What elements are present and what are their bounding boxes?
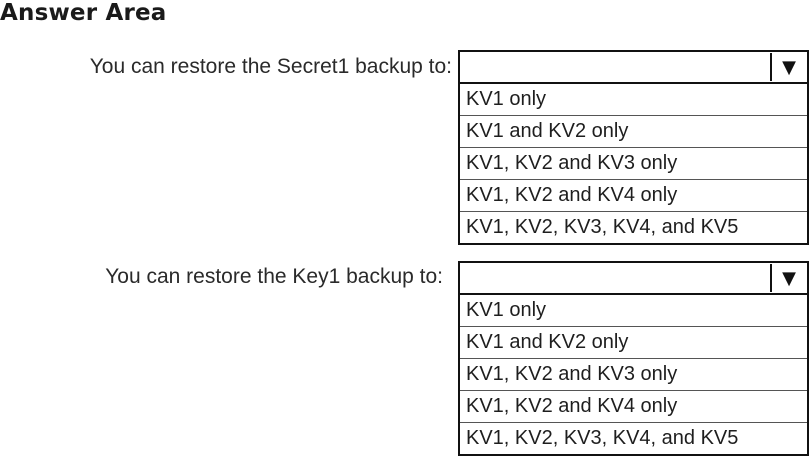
key1-dropdown: ▼ KV1 only KV1 and KV2 only KV1, KV2 and… — [458, 261, 809, 456]
key1-options-list: KV1 only KV1 and KV2 only KV1, KV2 and K… — [458, 295, 809, 456]
question-secret1-label: You can restore the Secret1 backup to: — [89, 55, 452, 78]
secret1-option[interactable]: KV1, KV2 and KV3 only — [460, 148, 807, 180]
secret1-dropdown: ▼ KV1 only KV1 and KV2 only KV1, KV2 and… — [458, 50, 809, 245]
secret1-options-list: KV1 only KV1 and KV2 only KV1, KV2 and K… — [458, 84, 809, 245]
key1-option[interactable]: KV1, KV2 and KV4 only — [460, 391, 807, 423]
question-key1-label: You can restore the Key1 backup to: — [105, 265, 443, 288]
key1-option[interactable]: KV1, KV2 and KV3 only — [460, 359, 807, 391]
secret1-option[interactable]: KV1, KV2, KV3, KV4, and KV5 — [460, 212, 807, 244]
chevron-down-icon[interactable]: ▼ — [770, 264, 806, 292]
secret1-option[interactable]: KV1 and KV2 only — [460, 116, 807, 148]
key1-select[interactable]: ▼ — [458, 261, 809, 295]
secret1-select[interactable]: ▼ — [458, 50, 809, 84]
secret1-option[interactable]: KV1 only — [460, 84, 807, 116]
key1-option[interactable]: KV1, KV2, KV3, KV4, and KV5 — [460, 423, 807, 455]
key1-option[interactable]: KV1 only — [460, 295, 807, 327]
key1-option[interactable]: KV1 and KV2 only — [460, 327, 807, 359]
chevron-down-icon[interactable]: ▼ — [770, 53, 806, 81]
answer-area-title: Answer Area — [0, 0, 167, 26]
secret1-option[interactable]: KV1, KV2 and KV4 only — [460, 180, 807, 212]
